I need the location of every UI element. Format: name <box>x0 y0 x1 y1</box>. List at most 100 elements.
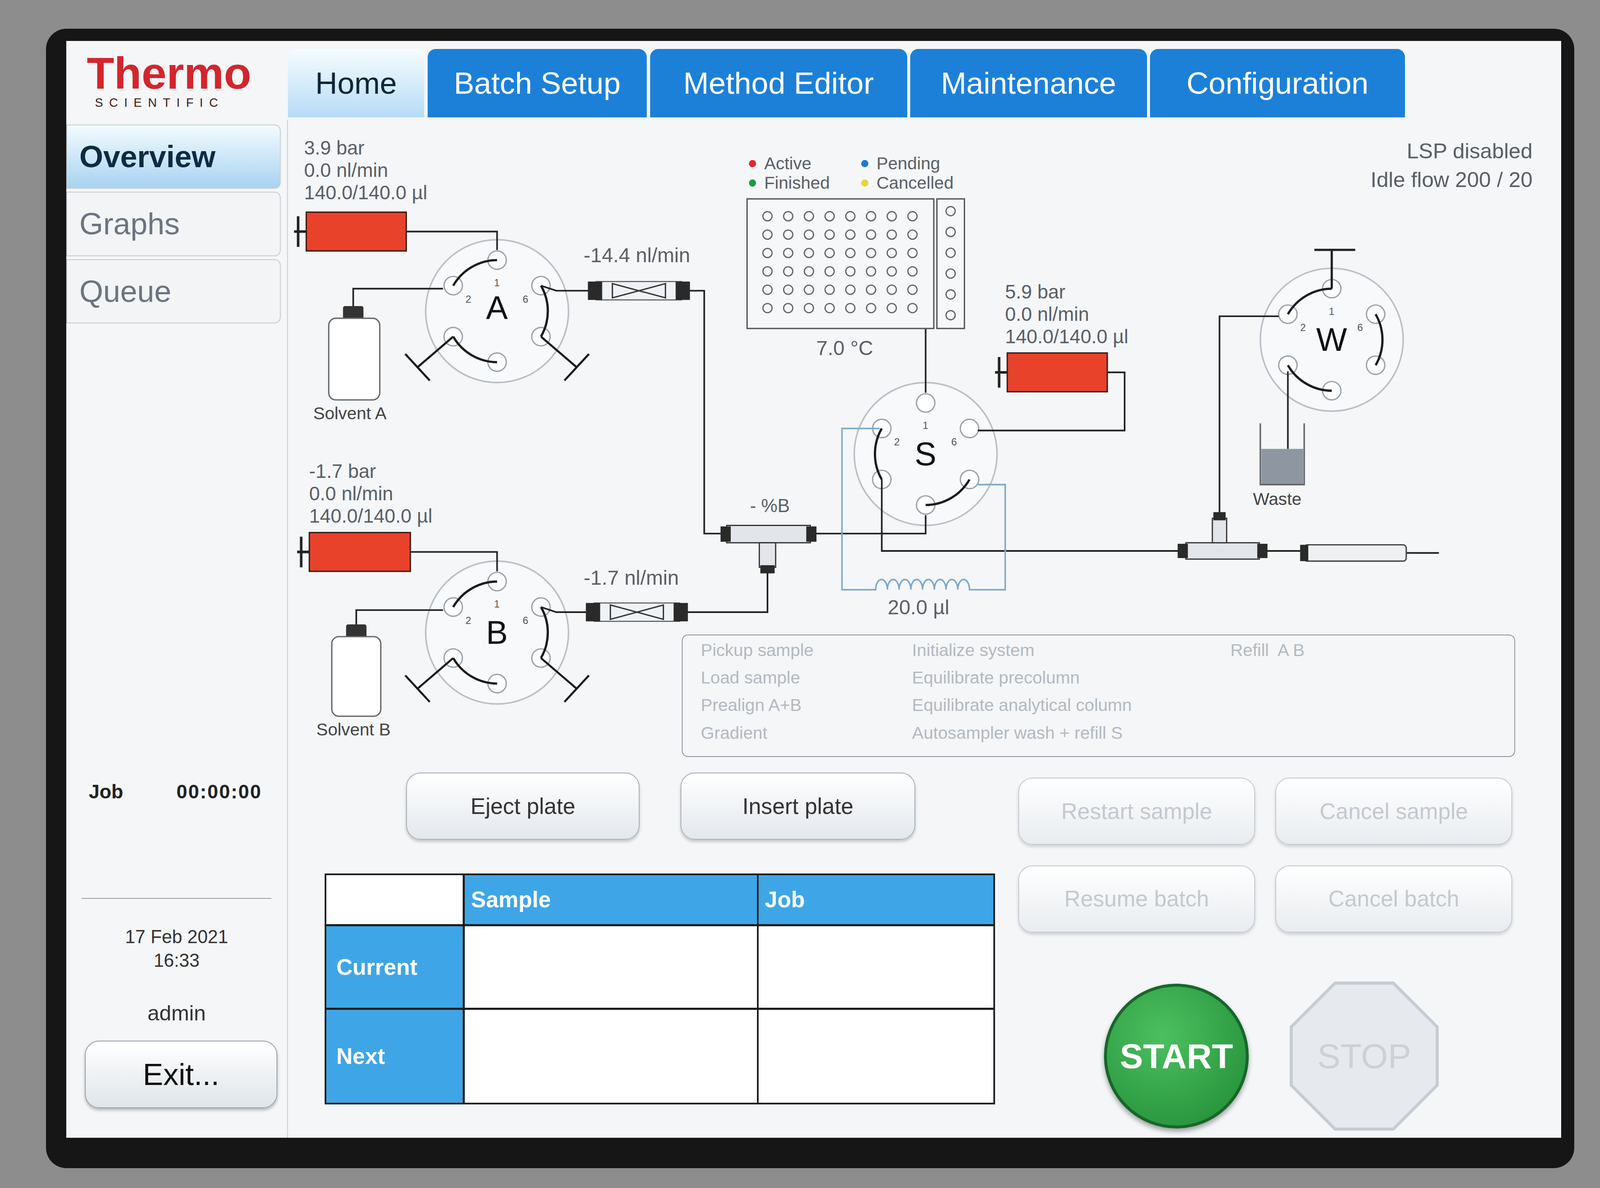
well <box>886 211 897 222</box>
table-cell <box>464 1009 757 1103</box>
solvent-b-bottle-icon <box>331 624 381 717</box>
restart-sample-button[interactable]: Restart sample <box>1018 777 1256 846</box>
legend-item: Finished <box>748 173 862 193</box>
well <box>824 303 835 313</box>
plate-buttons: Eject plate Insert plate <box>406 772 996 841</box>
start-button[interactable]: START <box>1103 983 1249 1129</box>
controls-left: Eject plate Insert plate Sample Job Curr… <box>287 760 996 1138</box>
well <box>804 285 814 295</box>
sidebar-item[interactable]: Queue <box>66 259 281 324</box>
sidebar-item[interactable]: Graphs <box>66 191 281 256</box>
port-label: 6 <box>1355 321 1366 334</box>
pressure: -1.7 bar <box>309 460 433 483</box>
column-tee <box>1177 512 1268 559</box>
pipes <box>352 231 1439 625</box>
date: 17 Feb 2021 <box>66 925 287 950</box>
well <box>824 211 835 222</box>
legend-label: Cancelled <box>876 173 954 193</box>
port-label: 6 <box>520 614 531 627</box>
syringe-a <box>293 212 407 252</box>
controls: Eject plate Insert plate Sample Job Curr… <box>287 760 1562 1138</box>
port-label: 6 <box>520 292 531 306</box>
well <box>886 266 897 277</box>
solvent-label: Solvent A <box>313 403 387 424</box>
tab[interactable]: Method Editor <box>650 48 908 118</box>
well <box>762 266 773 277</box>
flow: 0.0 nl/min <box>303 159 428 182</box>
tab[interactable]: Maintenance <box>910 48 1148 118</box>
table-cell <box>464 926 757 1008</box>
well <box>804 248 814 258</box>
port-label: 2 <box>463 292 474 306</box>
step: Equilibrate precolumn <box>911 664 1231 692</box>
well <box>804 230 814 240</box>
device: Thermo SCIENTIFIC Home Batch Setup Metho… <box>0 0 1600 1188</box>
port-label: 2 <box>891 435 902 448</box>
run-buttons: START STOP <box>1018 981 1516 1131</box>
exit-button[interactable]: Exit... <box>84 1040 278 1109</box>
well <box>845 211 855 222</box>
steps-column: Initialize system Equilibrate precolumn … <box>911 636 1231 757</box>
job-time: 00:00:00 <box>176 780 262 803</box>
flow-diagram: 3.9 bar 0.0 nl/min 140.0/140.0 µl -1.7 b… <box>287 120 1562 760</box>
tab[interactable]: Batch Setup <box>427 48 648 118</box>
pressure: 5.9 bar <box>1005 280 1129 304</box>
well <box>845 248 855 258</box>
stop-button[interactable]: STOP <box>1289 981 1439 1131</box>
user-name: admin <box>66 1000 287 1026</box>
table-corner <box>326 875 464 925</box>
cancel-batch-button[interactable]: Cancel batch <box>1275 865 1513 933</box>
well <box>946 290 956 300</box>
tab[interactable]: Configuration <box>1149 48 1405 118</box>
pump-s-readout: 5.9 bar 0.0 nl/min 140.0/140.0 µl <box>1005 280 1129 349</box>
sample-loop <box>841 428 1006 590</box>
well <box>845 266 855 277</box>
legend-label: Pending <box>876 154 941 174</box>
steps-panel: Pickup sample Load sample Prealign A+B G… <box>681 634 1516 757</box>
solvent-label: Solvent B <box>316 719 391 740</box>
mixing-tee <box>720 525 817 574</box>
eject-plate-button[interactable]: Eject plate <box>406 772 640 841</box>
well <box>886 230 897 240</box>
legend-label: Active <box>764 154 812 174</box>
syringe-fill <box>306 212 407 252</box>
cancel-sample-button[interactable]: Cancel sample <box>1275 777 1513 846</box>
syringe-fill <box>1007 352 1108 392</box>
sidebar-item[interactable]: Overview <box>66 124 281 189</box>
port-label: 1 <box>920 419 931 432</box>
plate-temperature: 7.0 °C <box>816 335 874 361</box>
body: Overview Graphs Queue Job 00:00:00 17 Fe… <box>66 120 1562 1138</box>
syringe-fill <box>309 532 410 572</box>
legend-item: Cancelled <box>861 173 974 193</box>
well <box>783 211 793 222</box>
well <box>804 266 814 277</box>
port-label: 1 <box>491 597 502 611</box>
well <box>907 211 917 222</box>
well <box>886 285 897 295</box>
insert-plate-button[interactable]: Insert plate <box>680 772 916 841</box>
table-cell <box>758 926 993 1008</box>
well <box>804 303 814 313</box>
well <box>762 230 773 240</box>
pump-b-readout: -1.7 bar 0.0 nl/min 140.0/140.0 µl <box>309 460 433 528</box>
well <box>783 266 793 277</box>
legend-item: Active <box>748 154 862 174</box>
tab[interactable]: Home <box>287 48 425 118</box>
screen-bezel: Thermo SCIENTIFIC Home Batch Setup Metho… <box>46 28 1575 1169</box>
column-header: Job <box>758 875 993 925</box>
sidebar-menu: Overview Graphs Queue <box>66 120 287 324</box>
header: Thermo SCIENTIFIC Home Batch Setup Metho… <box>66 40 1562 121</box>
valve-w <box>1260 268 1403 412</box>
well <box>866 303 876 313</box>
step: Equilibrate analytical column <box>911 691 1231 719</box>
well <box>866 230 876 240</box>
well <box>783 230 793 240</box>
well <box>824 248 835 258</box>
flow-sensor-reading: -1.7 nl/min <box>583 565 679 590</box>
flow-sensor-a <box>587 281 690 301</box>
resume-batch-button[interactable]: Resume batch <box>1018 865 1256 933</box>
well <box>886 303 897 313</box>
column <box>1299 545 1406 562</box>
tab-bar: Home Batch Setup Method Editor Maintenan… <box>287 40 1406 121</box>
well <box>845 303 855 313</box>
